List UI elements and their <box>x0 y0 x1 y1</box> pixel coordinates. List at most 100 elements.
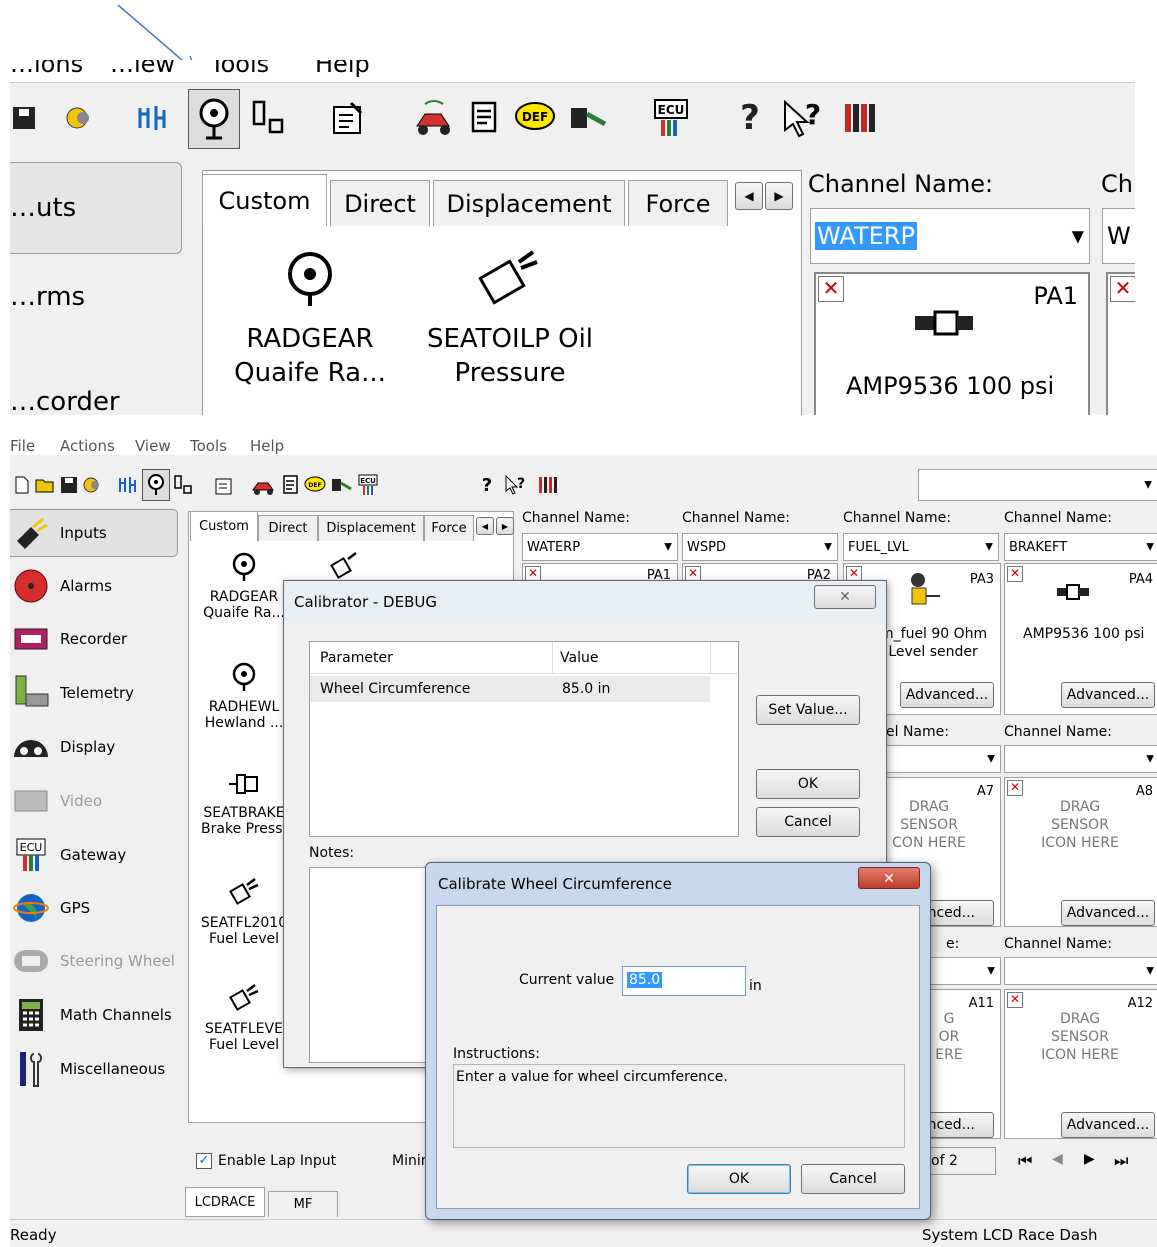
tab-displacement[interactable]: Displacement <box>318 515 424 541</box>
connect-icon[interactable] <box>82 467 104 503</box>
save-icon[interactable] <box>10 83 40 152</box>
sensor-icon[interactable] <box>142 469 170 501</box>
close-icon[interactable]: ✕ <box>858 867 920 889</box>
last-page-button[interactable]: ⏭ <box>1114 1151 1128 1171</box>
tools-icon[interactable] <box>566 83 612 152</box>
channel-slot[interactable]: ✕ A12 DRAG SENSOR ICON HERE Advanced... <box>1004 989 1157 1139</box>
def-icon[interactable]: DEF <box>513 83 559 152</box>
remove-icon[interactable]: ✕ <box>1007 992 1023 1008</box>
advanced-button[interactable]: Advanced... <box>900 682 994 708</box>
sidebar-item-alarms[interactable]: Alarms <box>10 562 180 610</box>
channel-combo[interactable]: ▼ <box>1004 957 1157 985</box>
zoom-sidebar-item[interactable]: …uts <box>10 162 182 254</box>
properties-icon[interactable] <box>212 467 236 503</box>
zoom-menu-item[interactable]: …ions <box>10 60 83 78</box>
table-row[interactable]: Wheel Circumference 85.0 in <box>310 676 710 702</box>
zoom-channel-slot-2[interactable]: ✕ <box>1106 272 1135 415</box>
advanced-button[interactable]: Advanced... <box>1061 900 1155 926</box>
open-folder-icon[interactable] <box>34 467 56 503</box>
new-file-icon[interactable] <box>12 467 32 503</box>
sidebar-item-miscellaneous[interactable]: Miscellaneous <box>10 1045 180 1093</box>
set-value-button[interactable]: Set Value... <box>756 695 860 725</box>
context-help-icon[interactable]: ? <box>780 83 826 152</box>
def-icon[interactable]: DEF <box>304 467 328 503</box>
next-page-button[interactable]: ▶ <box>1084 1151 1095 1167</box>
car-icon[interactable] <box>410 83 456 152</box>
tab-lcdrace[interactable]: LCDRACE <box>185 1187 265 1217</box>
ecu-icon[interactable]: ECU <box>356 467 380 503</box>
prev-page-button[interactable]: ◀ <box>1052 1151 1063 1167</box>
io-icon[interactable] <box>248 83 288 152</box>
sidebar-item-gps[interactable]: GPS <box>10 884 180 932</box>
sidebar-item-display[interactable]: Display <box>10 723 180 771</box>
zoom-tab-custom[interactable]: Custom <box>202 174 327 226</box>
zoom-tab-scroll-right[interactable]: ▶ <box>765 182 793 210</box>
bars-icon[interactable] <box>838 83 884 152</box>
zoom-sensor-radgear[interactable]: RADGEAR Quaife Ra... <box>230 248 390 408</box>
car-icon[interactable] <box>250 467 276 503</box>
menu-help[interactable]: Help <box>250 437 284 455</box>
remove-icon[interactable]: ✕ <box>1007 566 1023 582</box>
close-icon[interactable]: ✕ <box>814 585 876 609</box>
properties-icon[interactable] <box>328 83 368 152</box>
io-icon[interactable] <box>172 467 194 503</box>
channel-combo[interactable]: WSPD ▼ <box>682 533 838 561</box>
calibrator-ok-button[interactable]: OK <box>756 769 860 799</box>
notes-icon[interactable] <box>280 467 302 503</box>
sensor-icon[interactable] <box>188 89 240 149</box>
bars-icon[interactable] <box>536 467 560 503</box>
help-icon[interactable]: ? <box>730 83 770 152</box>
zoom-sidebar-item[interactable]: …corder <box>10 387 120 415</box>
enable-lap-checkbox[interactable]: ✓ <box>196 1153 212 1169</box>
sidebar-item-gateway[interactable]: ECU Gateway <box>10 831 180 879</box>
channel-slot[interactable]: ✕ A8 DRAG SENSOR ICON HERE Advanced... <box>1004 777 1157 927</box>
calibrate-ok-button[interactable]: OK <box>687 1164 791 1194</box>
channel-combo[interactable]: BRAKEFT ▼ <box>1004 533 1157 561</box>
zoom-menu-item[interactable]: Help <box>315 60 370 78</box>
notes-icon[interactable] <box>465 83 505 152</box>
context-help-icon[interactable]: ? <box>504 467 528 503</box>
zoom-channel-slot[interactable]: ✕ PA1 AMP9536 100 psi <box>814 272 1090 415</box>
sidebar-item-telemetry[interactable]: Telemetry <box>10 669 180 717</box>
remove-icon[interactable]: ✕ <box>1007 780 1023 796</box>
sidebar-item-math-channels[interactable]: Math Channels <box>10 991 180 1039</box>
remove-icon[interactable]: ✕ <box>1110 276 1135 302</box>
tab-custom[interactable]: Custom <box>190 511 258 541</box>
zoom-tab-scroll-left[interactable]: ◀ <box>735 182 763 210</box>
tab-scroll-right[interactable]: ▶ <box>496 517 514 535</box>
zoom-sensor-seatoilp[interactable]: SEATOILP Oil Pressure <box>410 248 610 408</box>
channel-slot[interactable]: ✕ PA4 AMP9536 100 psi Advanced... <box>1004 563 1157 715</box>
zoom-channel-combo[interactable]: WATERP ▼ <box>810 208 1090 264</box>
sidebar-item-recorder[interactable]: Recorder <box>10 615 180 663</box>
tab-scroll-left[interactable]: ◀ <box>476 517 494 535</box>
zoom-menu-item[interactable]: …iew <box>110 60 175 78</box>
calibrator-cancel-button[interactable]: Cancel <box>756 807 860 837</box>
help-icon[interactable]: ? <box>476 467 498 503</box>
zoom-sidebar-item[interactable]: …rms <box>10 282 85 312</box>
menu-file[interactable]: File <box>10 437 35 455</box>
column-parameter[interactable]: Parameter <box>320 650 393 666</box>
save-icon[interactable] <box>58 467 80 503</box>
zoom-menu-item[interactable]: Tools <box>210 60 269 78</box>
menu-view[interactable]: View <box>135 437 171 455</box>
calibrate-cancel-button[interactable]: Cancel <box>801 1164 905 1194</box>
column-value[interactable]: Value <box>560 650 598 666</box>
channels-icon[interactable] <box>134 83 174 152</box>
tab-direct[interactable]: Direct <box>258 515 318 541</box>
sidebar-item-inputs[interactable]: Inputs <box>10 509 180 557</box>
zoom-tab-displacement[interactable]: Displacement <box>433 180 625 226</box>
zoom-tab-direct[interactable]: Direct <box>330 180 430 226</box>
current-value-input[interactable]: 85.0 <box>622 966 746 996</box>
advanced-button[interactable]: Advanced... <box>1061 1112 1155 1138</box>
toolbar-combo[interactable]: ▼ <box>918 469 1157 501</box>
menu-actions[interactable]: Actions <box>60 437 115 455</box>
zoom-channel-combo-2[interactable]: W <box>1102 208 1135 264</box>
remove-icon[interactable]: ✕ <box>818 276 844 302</box>
tab-mf[interactable]: MF <box>268 1191 338 1217</box>
channels-icon[interactable] <box>116 467 140 503</box>
zoom-tab-force[interactable]: Force <box>628 180 728 226</box>
channel-combo[interactable]: ▼ <box>1004 745 1157 773</box>
ecu-icon[interactable]: ECU <box>648 83 694 152</box>
channel-combo[interactable]: FUEL_LVL ▼ <box>843 533 999 561</box>
menu-tools[interactable]: Tools <box>190 437 227 455</box>
